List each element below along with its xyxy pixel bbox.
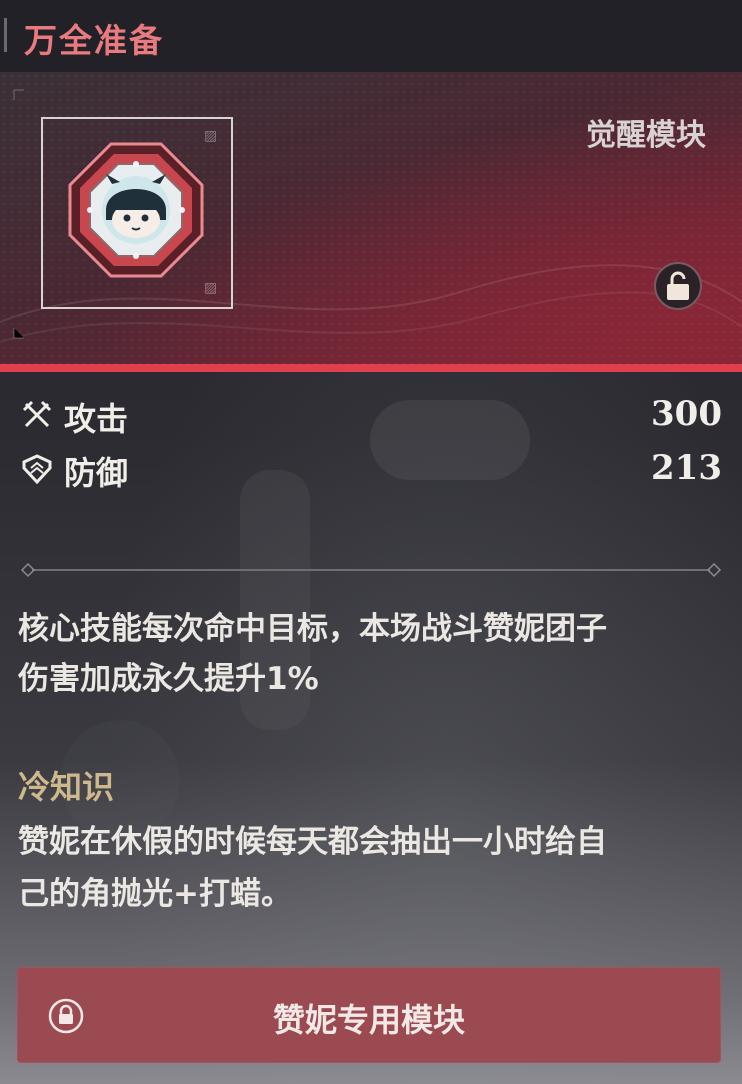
module-description: 核心技能每次命中目标，本场战斗赞妮团子 伤害加成永久提升1% — [18, 604, 728, 704]
exclusive-module-button[interactable]: 赞妮专用模块 — [17, 967, 721, 1063]
stat-name: 防御 — [64, 454, 129, 492]
trivia-line: 己的角抛光+打蜡。 — [18, 876, 292, 912]
description-line: 核心技能每次命中目标，本场战斗赞妮团子 — [18, 611, 607, 647]
trivia-heading: 冷知识 — [18, 768, 115, 806]
section-divider — [20, 562, 722, 578]
stat-value: 213 — [651, 448, 722, 488]
lock-toggle-button[interactable] — [654, 262, 702, 310]
stat-name: 攻击 — [64, 400, 129, 438]
description-line: 伤害加成永久提升1% — [18, 661, 319, 697]
page-title: 万全准备 — [24, 21, 164, 60]
exclusive-module-label: 赞妮专用模块 — [272, 1001, 465, 1039]
crossed-swords-icon — [22, 400, 52, 428]
module-type-label: 觉醒模块 — [586, 118, 706, 153]
shield-icon — [22, 454, 52, 484]
stat-row-attack: 攻击 300 — [22, 394, 722, 438]
trivia-line: 赞妮在休假的时候每天都会抽出一小时给自 — [18, 824, 607, 860]
trivia-text: 赞妮在休假的时候每天都会抽出一小时给自 己的角抛光+打蜡。 — [18, 816, 728, 920]
stat-value: 300 — [651, 394, 722, 434]
frame-corner-glyph: ▨ — [204, 128, 218, 144]
unlock-icon — [667, 271, 689, 300]
zani-chibi-module-icon — [68, 142, 204, 278]
frame-corner-glyph: ▨ — [204, 280, 218, 296]
stat-row-defense: 防御 213 — [22, 448, 722, 492]
header: 万全准备 — [0, 0, 742, 72]
hero-accent-strip — [0, 364, 742, 372]
header-accent-bar — [4, 18, 7, 52]
